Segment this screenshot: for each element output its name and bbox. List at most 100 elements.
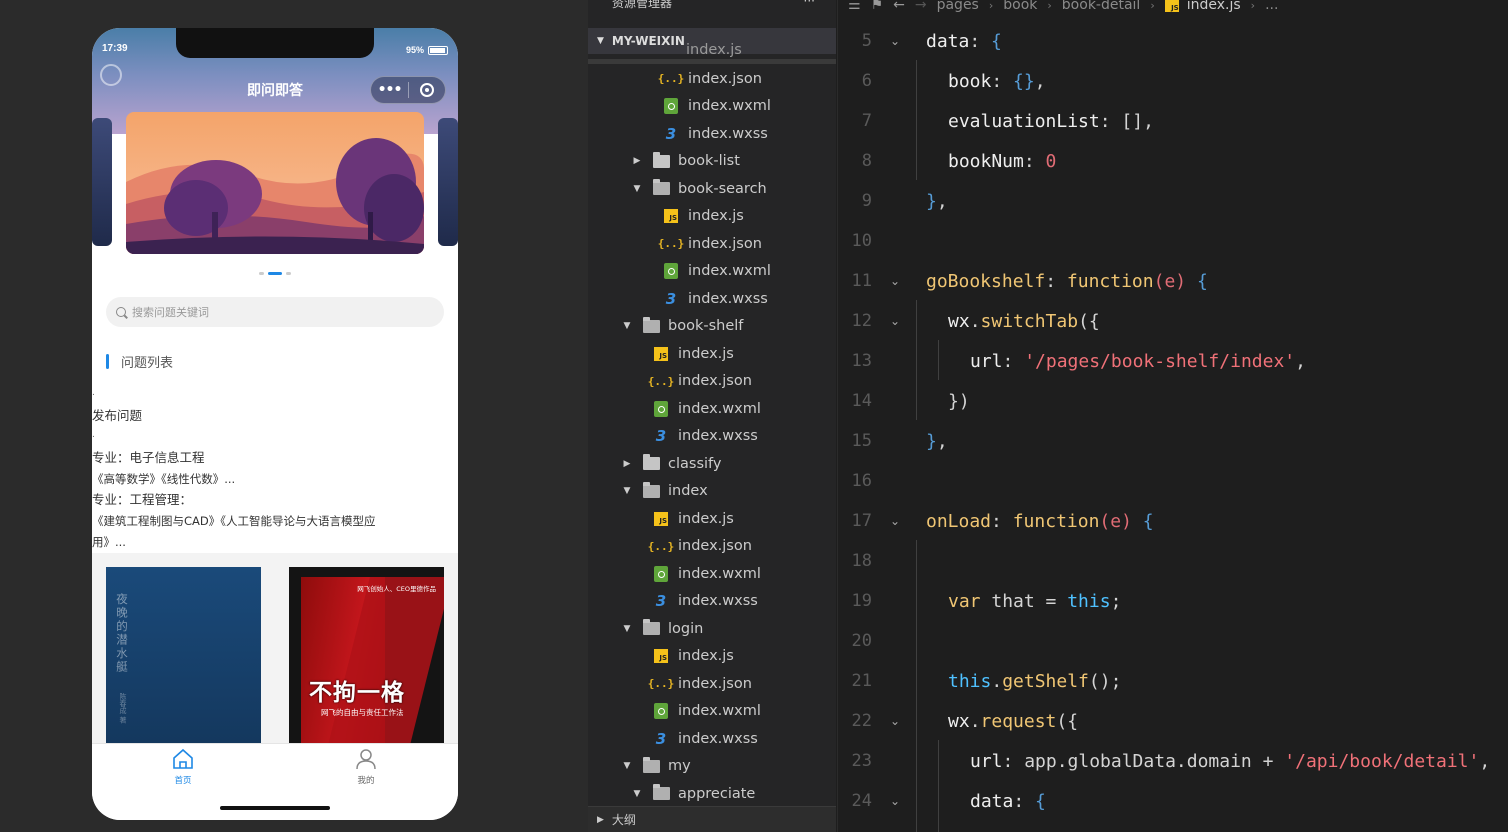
tree-file[interactable]: 3 index.wxss xyxy=(662,120,768,147)
tree-item-label: index.json xyxy=(678,538,752,554)
code-editor[interactable]: ☰ ⚑ ← → pages › book › book-detail › JS i… xyxy=(838,0,1508,832)
breadcrumb-file[interactable]: JS index.js xyxy=(1164,0,1241,13)
tree-file[interactable]: JS index.js xyxy=(662,203,744,230)
tab-mine[interactable]: 我的 xyxy=(336,748,396,786)
tree-folder-book-search[interactable]: ▼ book-search xyxy=(630,175,767,202)
code-line[interactable]: 7 evaluationList: [], xyxy=(838,101,1508,141)
breadcrumb-item[interactable]: ... xyxy=(1265,0,1278,13)
tree-file[interactable]: index.wxml xyxy=(662,258,771,285)
list-icon[interactable]: ☰ xyxy=(848,0,861,13)
code-token: ({ xyxy=(1078,310,1100,332)
tree-file[interactable]: index.wxml xyxy=(652,698,761,725)
question-books-2-cont[interactable]: 用》... xyxy=(92,532,458,553)
list-dot: . xyxy=(92,388,95,398)
forward-icon[interactable]: → xyxy=(915,0,927,13)
code-token: : app.globalData.domain + xyxy=(1002,750,1285,772)
fold-chevron-icon[interactable]: ⌄ xyxy=(882,314,908,328)
tree-file[interactable]: JS index.js xyxy=(652,505,734,532)
tree-folder-index[interactable]: ▼ index xyxy=(620,478,708,505)
tree-file[interactable]: index.wxml xyxy=(652,395,761,422)
code-line[interactable]: 15}, xyxy=(838,421,1508,461)
folder-icon xyxy=(642,316,660,333)
bookmark-icon[interactable]: ⚑ xyxy=(871,0,884,13)
tree-folder-appreciate[interactable]: ▼ appreciate xyxy=(630,780,755,807)
code-line[interactable]: 11 ⌄ goBookshelf: function(e) { xyxy=(838,261,1508,301)
tree-file[interactable]: 3 index.wxss xyxy=(652,725,758,752)
tree-folder-book-list[interactable]: ▶ book-list xyxy=(630,148,740,175)
code-token: wx xyxy=(948,310,970,332)
question-books-1[interactable]: 《高等数学》《线性代数》... xyxy=(92,469,458,490)
code-line[interactable]: 19 var that = this; xyxy=(838,581,1508,621)
folder-icon xyxy=(652,151,670,168)
question-major-1[interactable]: 专业：电子信息工程 xyxy=(92,447,458,468)
code-line[interactable]: 16 xyxy=(838,461,1508,501)
chevron-down-icon: ▼ xyxy=(623,486,631,496)
question-books-2[interactable]: 《建筑工程制图与CAD》《人工智能导论与大语言模型应 xyxy=(92,511,458,532)
book-cover-1[interactable]: 夜晚的潜水艇 陈春成 著 xyxy=(106,567,261,743)
target-icon xyxy=(419,83,434,97)
tree-file[interactable]: {..} index.json xyxy=(648,670,752,697)
js-file-icon: JS xyxy=(662,208,680,224)
tree-file[interactable]: JS index.js xyxy=(652,340,734,367)
banner-slide[interactable] xyxy=(126,112,424,254)
fold-chevron-icon[interactable]: ⌄ xyxy=(882,514,908,528)
more-menu-icon[interactable]: ••• xyxy=(371,82,408,98)
fold-chevron-icon[interactable]: ⌄ xyxy=(882,34,908,48)
code-line[interactable]: 12 ⌄ wx.switchTab({ xyxy=(838,301,1508,341)
tab-home[interactable]: 首页 xyxy=(153,748,213,786)
tree-item-partial[interactable]: index.js xyxy=(686,36,742,63)
code-line[interactable]: 17 ⌄ onLoad: function(e) { xyxy=(838,501,1508,541)
more-actions-icon[interactable]: ··· xyxy=(804,0,815,16)
tree-file[interactable]: 3 index.wxss xyxy=(652,588,758,615)
breadcrumb-item[interactable]: book-detail xyxy=(1062,0,1141,13)
code-line[interactable]: 5 ⌄ data: { xyxy=(838,21,1508,61)
breadcrumb-item[interactable]: pages xyxy=(937,0,979,13)
code-line[interactable]: 14}) xyxy=(838,381,1508,421)
code-line[interactable]: 9}, xyxy=(838,181,1508,221)
js-file-icon: JS xyxy=(1164,0,1179,12)
code-line[interactable]: 10 xyxy=(838,221,1508,261)
breadcrumb-item[interactable]: book xyxy=(1003,0,1037,13)
banner-slide-next[interactable] xyxy=(438,118,458,246)
json-file-icon: {..} xyxy=(647,677,675,690)
close-miniprogram-button[interactable] xyxy=(409,83,445,97)
tree-file[interactable]: JS index.js xyxy=(652,643,734,670)
code-line[interactable]: 6 book: {}, xyxy=(838,61,1508,101)
question-major-2[interactable]: 专业：工程管理： xyxy=(92,489,458,510)
tree-file[interactable]: 3 index.wxss xyxy=(662,285,768,312)
code-token: ; xyxy=(1110,590,1122,612)
code-line[interactable]: 8 bookNum: 0 xyxy=(838,141,1508,181)
tree-folder-classify[interactable]: ▶ classify xyxy=(620,450,721,477)
fold-chevron-icon[interactable]: ⌄ xyxy=(882,274,908,288)
outline-section[interactable]: ▶ 大纲 xyxy=(588,806,836,832)
banner-swiper[interactable] xyxy=(92,112,458,254)
code-line[interactable]: 21 this.getShelf(); xyxy=(838,661,1508,701)
folder-icon xyxy=(642,316,660,334)
book-cover-2[interactable]: 网飞创始人、CEO里德作品 不拘一格 网飞的自由与责任工作法 xyxy=(289,567,444,743)
code-line[interactable]: 20 xyxy=(838,621,1508,661)
post-question-link[interactable]: 发布问题 xyxy=(92,405,458,426)
tree-file[interactable]: {..} index.json xyxy=(658,65,762,92)
tree-item-label: index.wxml xyxy=(688,98,771,114)
tree-file[interactable]: {..} index.json xyxy=(658,230,762,257)
tree-file[interactable]: 3 index.wxss xyxy=(652,423,758,450)
tree-item-label: appreciate xyxy=(678,785,756,802)
tree-file[interactable]: {..} index.json xyxy=(648,368,752,395)
code-token: : xyxy=(1045,270,1067,292)
tree-folder-my[interactable]: ▼ my xyxy=(620,753,691,780)
back-icon[interactable]: ← xyxy=(893,0,905,13)
tree-folder-book-shelf[interactable]: ▼ book-shelf xyxy=(620,313,743,340)
code-token: , xyxy=(936,430,948,452)
code-line[interactable]: 18 xyxy=(838,541,1508,581)
tree-file[interactable]: index.wxml xyxy=(662,93,771,120)
tree-file[interactable]: index.wxml xyxy=(652,560,761,587)
banner-slide-prev[interactable] xyxy=(92,118,112,246)
folder-icon xyxy=(652,784,670,802)
search-input[interactable]: 搜索问题关键词 xyxy=(106,297,444,327)
tree-file[interactable]: {..} index.json xyxy=(648,533,752,560)
tree-folder-login[interactable]: ▼ login xyxy=(620,615,703,642)
fold-chevron-icon[interactable]: ⌄ xyxy=(882,794,908,808)
line-number: 5 xyxy=(861,31,872,51)
fold-chevron-icon[interactable]: ⌄ xyxy=(882,714,908,728)
code-line[interactable]: 22 ⌄ wx.request({ xyxy=(838,701,1508,741)
